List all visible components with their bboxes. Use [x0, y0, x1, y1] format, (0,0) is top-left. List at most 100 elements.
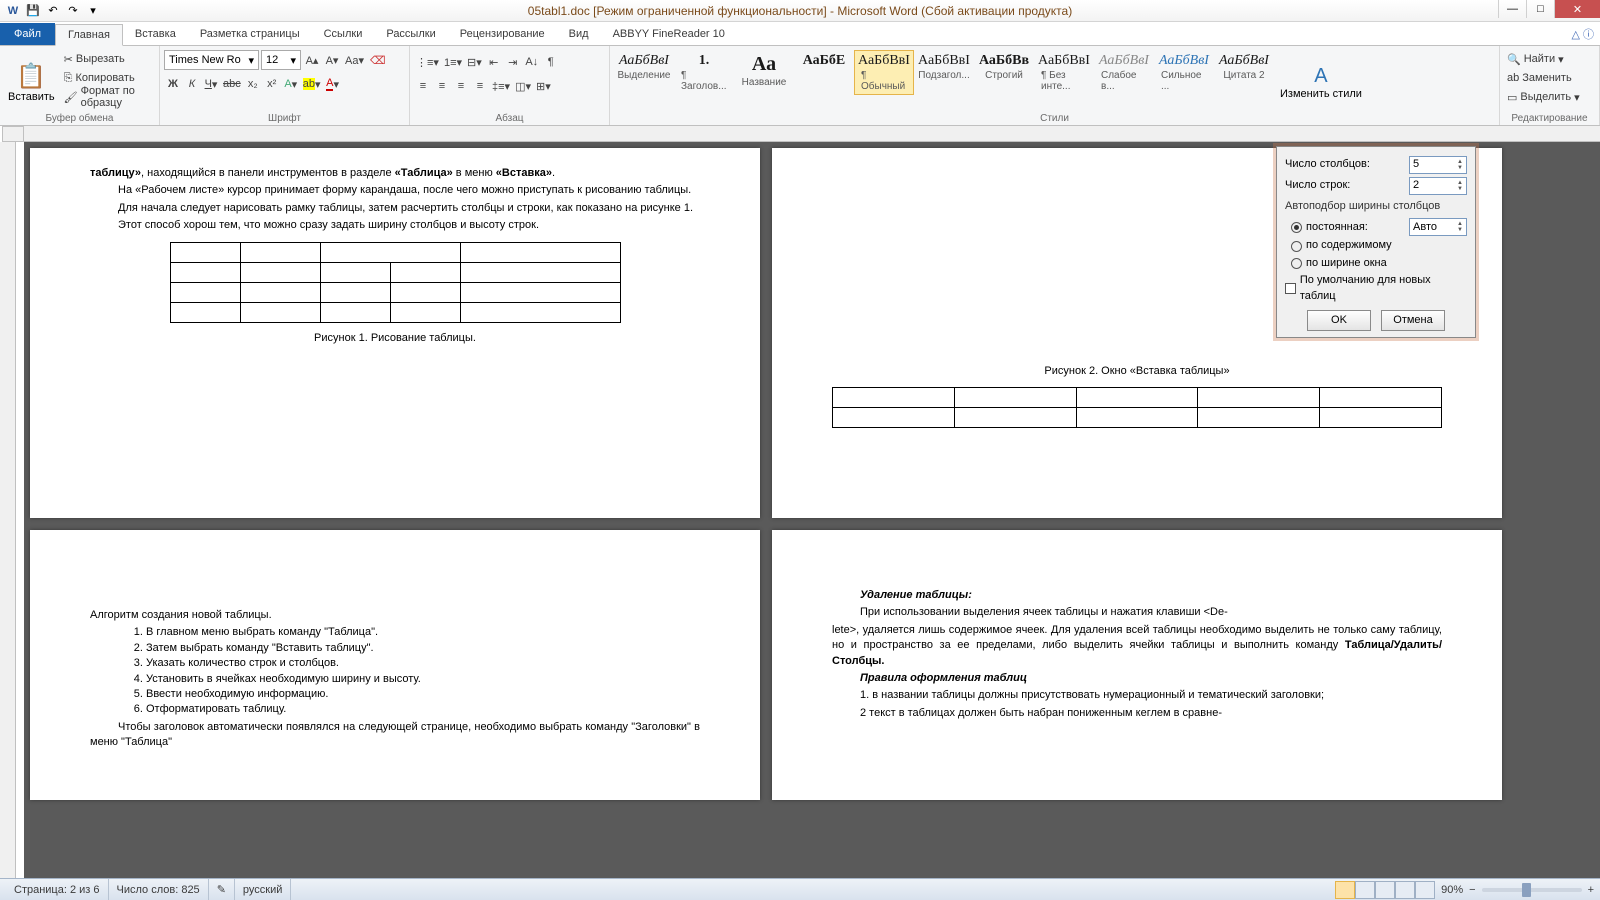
cut-button[interactable]: ✂Вырезать — [61, 50, 155, 68]
clear-formatting-button[interactable]: ⌫ — [368, 50, 388, 70]
figure-caption: Рисунок 2. Окно «Вставка таблицы» — [832, 364, 1442, 379]
save-icon[interactable]: 💾 — [24, 2, 42, 20]
format-painter-button[interactable]: 🖌Формат по образцу — [61, 88, 155, 106]
ok-button[interactable]: OK — [1307, 310, 1371, 331]
ruler-corner[interactable] — [2, 126, 24, 142]
zoom-value[interactable]: 90% — [1441, 884, 1463, 896]
tab-view[interactable]: Вид — [557, 23, 601, 45]
minimize-button[interactable]: — — [1498, 0, 1526, 18]
tab-home[interactable]: Главная — [55, 24, 123, 46]
radio-window[interactable]: по ширине окна — [1285, 256, 1467, 271]
italic-button[interactable]: К — [183, 74, 201, 94]
shrink-font-button[interactable]: A▾ — [323, 50, 341, 70]
zoom-in-button[interactable]: + — [1588, 884, 1594, 896]
grow-font-button[interactable]: A▴ — [303, 50, 321, 70]
underline-button[interactable]: Ч▾ — [202, 74, 220, 94]
change-case-button[interactable]: Aa▾ — [343, 50, 366, 70]
highlight-button[interactable]: ab▾ — [301, 74, 323, 94]
bullets-button[interactable]: ⋮≡▾ — [414, 52, 441, 72]
find-button[interactable]: 🔍Найти ▾ — [1504, 50, 1583, 68]
zoom-out-button[interactable]: − — [1469, 884, 1475, 896]
status-words[interactable]: Число слов: 825 — [109, 879, 209, 900]
show-marks-button[interactable]: ¶ — [542, 52, 560, 72]
line-spacing-button[interactable]: ‡≡▾ — [490, 76, 512, 96]
style-nospacing[interactable]: АаБбВвI¶ Без инте... — [1034, 50, 1094, 95]
increase-indent-button[interactable]: ⇥ — [504, 52, 522, 72]
change-styles-button[interactable]: A Изменить стили — [1276, 50, 1366, 114]
style-heading[interactable]: 1.¶ Заголов... — [674, 50, 734, 95]
font-color-button[interactable]: A▾ — [324, 74, 342, 94]
fullscreen-reading-view[interactable] — [1355, 881, 1375, 899]
numbering-button[interactable]: 1≡▾ — [442, 52, 464, 72]
radio-fixed[interactable]: постоянная: Авто▲▼ — [1285, 218, 1467, 236]
style-subtitle2[interactable]: АаБбЕ — [794, 50, 854, 95]
outline-view[interactable] — [1395, 881, 1415, 899]
radio-content[interactable]: по содержимому — [1285, 238, 1467, 253]
rows-input[interactable]: 2▲▼ — [1409, 177, 1467, 195]
style-title[interactable]: АаНазвание — [734, 50, 794, 95]
styles-gallery[interactable]: АаБбВвIВыделение 1.¶ Заголов... АаНазван… — [614, 50, 1274, 95]
undo-icon[interactable]: ↶ — [44, 2, 62, 20]
zoom-slider[interactable] — [1482, 888, 1582, 892]
status-proofing[interactable]: ✎ — [209, 879, 235, 900]
align-left-button[interactable]: ≡ — [414, 76, 432, 96]
shading-button[interactable]: ◫▾ — [513, 76, 533, 96]
tab-finereader[interactable]: ABBYY FineReader 10 — [601, 23, 737, 45]
replace-button[interactable]: abЗаменить — [1504, 69, 1583, 87]
tab-references[interactable]: Ссылки — [312, 23, 375, 45]
status-page[interactable]: Страница: 2 из 6 — [6, 879, 109, 900]
decrease-indent-button[interactable]: ⇤ — [485, 52, 503, 72]
document-workspace[interactable]: таблицу», находящийся в панели инструмен… — [24, 142, 1600, 878]
close-button[interactable]: ✕ — [1554, 0, 1600, 18]
vertical-ruler[interactable] — [0, 142, 16, 878]
tab-review[interactable]: Рецензирование — [448, 23, 557, 45]
qat-more-icon[interactable]: ▾ — [84, 2, 102, 20]
spinner-icon[interactable]: ▲▼ — [1457, 159, 1463, 171]
status-language[interactable]: русский — [235, 879, 291, 900]
strikethrough-button[interactable]: abc — [221, 74, 243, 94]
zoom-thumb[interactable] — [1522, 883, 1531, 897]
borders-button[interactable]: ⊞▾ — [534, 76, 553, 96]
style-intense[interactable]: АаБбВвIСильное ... — [1154, 50, 1214, 95]
text-effects-button[interactable]: A▾ — [282, 74, 300, 94]
redo-icon[interactable]: ↷ — [64, 2, 82, 20]
font-name-combo[interactable]: Times New Ro▾ — [164, 50, 259, 70]
paste-button[interactable]: 📋 Вставить — [4, 50, 59, 114]
tab-page-layout[interactable]: Разметка страницы — [188, 23, 312, 45]
spinner-icon[interactable]: ▲▼ — [1457, 221, 1463, 233]
multilevel-button[interactable]: ⊟▾ — [465, 52, 484, 72]
spinner-icon[interactable]: ▲▼ — [1457, 180, 1463, 192]
bold-button[interactable]: Ж — [164, 74, 182, 94]
file-tab[interactable]: Файл — [0, 23, 55, 45]
select-button[interactable]: ▭Выделить ▾ — [1504, 88, 1583, 106]
tab-insert[interactable]: Вставка — [123, 23, 188, 45]
style-subtle[interactable]: АаБбВвIСлабое в... — [1094, 50, 1154, 95]
checkbox-remember[interactable]: По умолчанию для новых таблиц — [1285, 273, 1467, 304]
font-size-combo[interactable]: 12▾ — [261, 50, 301, 70]
ribbon: 📋 Вставить ✂Вырезать ⎘Копировать 🖌Формат… — [0, 46, 1600, 126]
ribbon-minimize-icon[interactable]: △ ⓘ — [1571, 26, 1594, 42]
style-normal[interactable]: АаБбВвI¶ Обычный — [854, 50, 914, 95]
tab-mailings[interactable]: Рассылки — [374, 23, 447, 45]
view-mode-buttons — [1335, 881, 1435, 899]
document-page: Число столбцов: 5▲▼ Число строк: 2▲▼ Авт… — [772, 148, 1502, 518]
align-right-button[interactable]: ≡ — [452, 76, 470, 96]
style-subtitle[interactable]: АаБбВвIПодзагол... — [914, 50, 974, 95]
justify-button[interactable]: ≡ — [471, 76, 489, 96]
subscript-button[interactable]: x₂ — [244, 74, 262, 94]
horizontal-ruler[interactable] — [24, 126, 1600, 142]
sort-button[interactable]: A↓ — [523, 52, 541, 72]
web-layout-view[interactable] — [1375, 881, 1395, 899]
fixed-width-input[interactable]: Авто▲▼ — [1409, 218, 1467, 236]
draft-view[interactable] — [1415, 881, 1435, 899]
style-quote[interactable]: АаБбВвIЦитата 2 — [1214, 50, 1274, 95]
cancel-button[interactable]: Отмена — [1381, 310, 1445, 331]
cols-input[interactable]: 5▲▼ — [1409, 156, 1467, 174]
style-emphasis[interactable]: АаБбВвIВыделение — [614, 50, 674, 95]
print-layout-view[interactable] — [1335, 881, 1355, 899]
word-logo-icon[interactable]: W — [4, 2, 22, 20]
superscript-button[interactable]: x² — [263, 74, 281, 94]
restore-button[interactable]: □ — [1526, 0, 1554, 18]
style-strong[interactable]: АаБбВвСтрогий — [974, 50, 1034, 95]
align-center-button[interactable]: ≡ — [433, 76, 451, 96]
